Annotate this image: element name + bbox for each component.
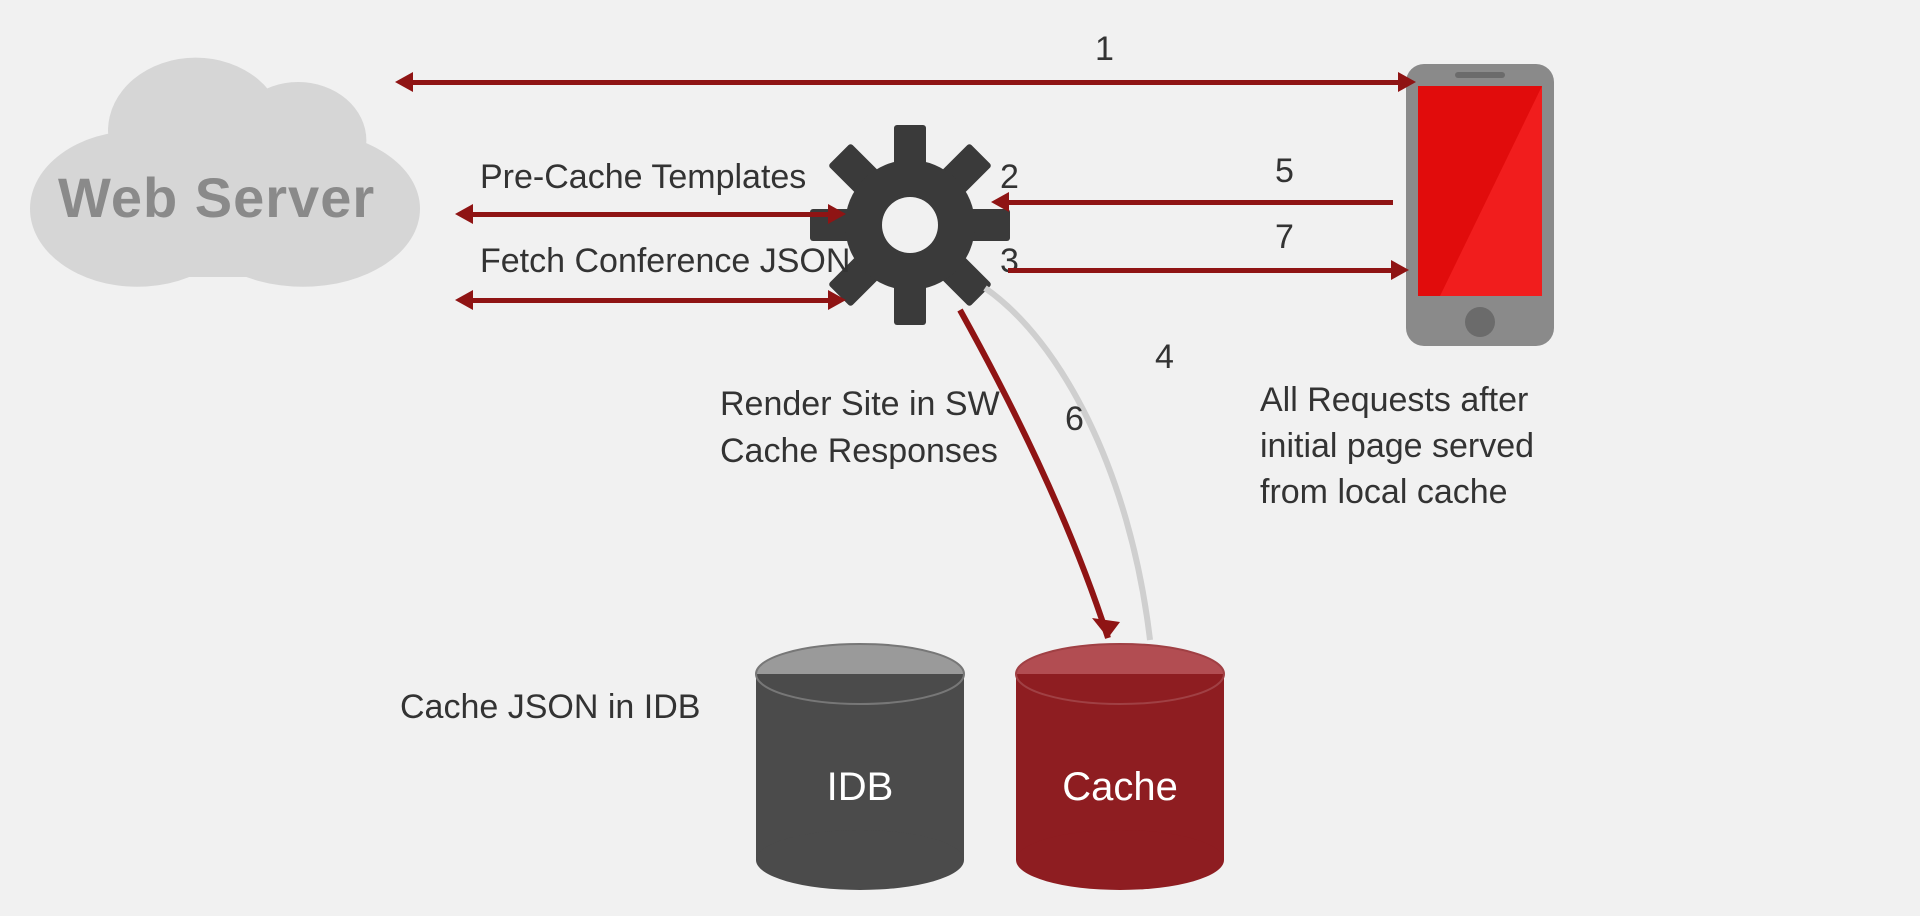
caption-cache-json-idb: Cache JSON in IDB: [400, 688, 700, 727]
diagram-canvas: Web Server: [0, 0, 1920, 916]
arrow-6-number: 6: [1065, 400, 1084, 439]
caption-render-site: Render Site in SW: [720, 385, 1000, 424]
caption-right-note: All Requests after initial page served f…: [1260, 378, 1570, 516]
arrow-4-number: 4: [1155, 338, 1174, 377]
caption-cache-responses: Cache Responses: [720, 432, 998, 471]
